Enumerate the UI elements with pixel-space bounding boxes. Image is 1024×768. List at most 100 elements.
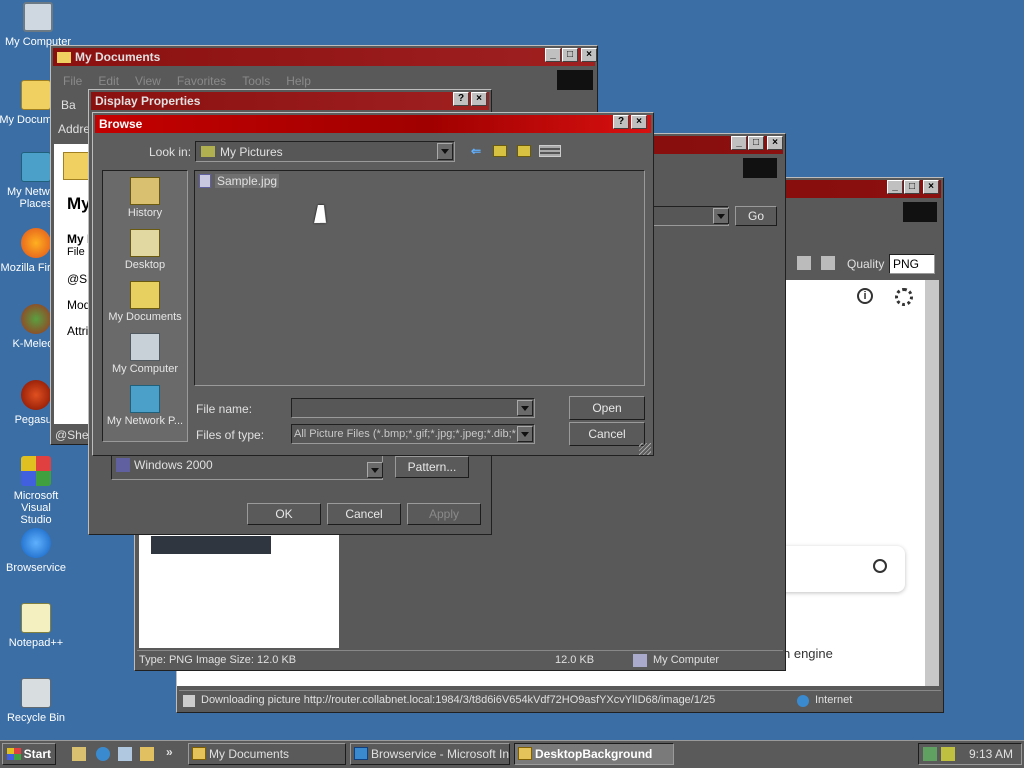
desktop-icon-browservice[interactable]: Browservice [0, 528, 74, 574]
volume-tray-icon[interactable] [941, 747, 955, 761]
network-tray-icon[interactable] [923, 747, 937, 761]
desktop-icon-notepad-plus[interactable]: Notepad++ [0, 603, 74, 649]
wallpaper-list[interactable]: Windows 2000 [111, 454, 383, 480]
menu-tools[interactable]: Tools [242, 74, 270, 88]
file-name-dropdown-button[interactable] [517, 400, 533, 416]
close-button[interactable]: × [581, 48, 597, 62]
windows-logo-icon [557, 70, 593, 90]
resize-grip[interactable] [639, 443, 651, 455]
look-in-combo[interactable]: My Pictures [195, 141, 455, 162]
help-button[interactable]: ? [453, 92, 469, 106]
up-folder-icon[interactable] [493, 145, 507, 157]
quicklaunch-more-icon[interactable]: » [166, 745, 173, 759]
search-engine-text: n engine [783, 646, 833, 661]
quicklaunch-ie-icon[interactable] [96, 747, 110, 761]
view-menu-icon[interactable] [539, 145, 561, 157]
places-history[interactable]: History [103, 177, 187, 219]
places-my-network[interactable]: My Network P... [103, 385, 187, 427]
folder-icon [130, 281, 160, 309]
minimize-button[interactable]: _ [731, 136, 747, 150]
menu-bar: File Edit View Favorites Tools Help [63, 74, 327, 88]
folder-icon [201, 146, 215, 157]
open-button[interactable]: Open [569, 396, 645, 420]
browser-status-bar: Downloading picture http://router.collab… [179, 690, 941, 710]
file-type-dropdown-button[interactable] [517, 426, 533, 442]
task-browservice[interactable]: Browservice - Microsoft Int... [350, 743, 510, 765]
address-dropdown-button[interactable] [713, 208, 729, 224]
cancel-button[interactable]: Cancel [327, 503, 401, 525]
close-button[interactable]: × [631, 115, 647, 129]
maximize-button[interactable]: □ [904, 180, 920, 194]
task-my-documents[interactable]: My Documents [188, 743, 346, 765]
quicklaunch-outlook-icon[interactable] [118, 747, 132, 761]
back-button[interactable]: Ba [61, 98, 76, 112]
visual-studio-icon [21, 456, 51, 486]
desktop-icon-visual-studio[interactable]: Microsoft Visual Studio [0, 456, 74, 526]
internet-explorer-icon [21, 528, 51, 558]
info-icon[interactable]: i [857, 288, 873, 304]
page-icon [183, 695, 195, 707]
places-desktop[interactable]: Desktop [103, 229, 187, 271]
history-icon [130, 177, 160, 205]
globe-icon [797, 695, 809, 707]
maximize-button[interactable]: □ [748, 136, 764, 150]
go-button[interactable]: Go [735, 206, 777, 226]
folder-icon [192, 747, 206, 760]
my-documents-title-bar[interactable]: My Documents [53, 48, 595, 66]
task-desktop-background[interactable]: DesktopBackground [514, 743, 674, 765]
start-button[interactable]: Start [2, 743, 56, 765]
pegasus-icon [21, 380, 51, 410]
menu-favorites[interactable]: Favorites [177, 74, 226, 88]
places-my-computer[interactable]: My Computer [103, 333, 187, 375]
file-type-select[interactable]: All Picture Files (*.bmp;*.gif;*.jpg;*.j… [291, 424, 535, 444]
computer-icon [23, 2, 53, 32]
display-properties-title-bar[interactable]: Display Properties [91, 92, 489, 110]
desktop-icon-recycle-bin[interactable]: Recycle Bin [0, 678, 74, 724]
windows-logo-icon [743, 158, 777, 178]
browse-dialog[interactable]: Browse ? × Look in: My Pictures ⇐ Histor… [92, 112, 654, 456]
ok-button[interactable]: OK [247, 503, 321, 525]
desktop-icon-my-computer[interactable]: My Computer [0, 2, 76, 48]
close-button[interactable]: × [471, 92, 487, 106]
file-name-input[interactable] [291, 398, 535, 418]
places-my-documents[interactable]: My Documents [103, 281, 187, 323]
places-bar: History Desktop My Documents My Computer… [102, 170, 188, 442]
desktop-icon [130, 229, 160, 257]
windows-logo-icon [7, 748, 21, 760]
menu-edit[interactable]: Edit [98, 74, 119, 88]
search-icon[interactable] [873, 559, 887, 573]
windows-logo-icon [903, 202, 937, 222]
cancel-button[interactable]: Cancel [569, 422, 645, 446]
folder-icon [21, 80, 51, 110]
firefox-icon [21, 228, 51, 258]
clipboard-icon[interactable] [821, 256, 835, 270]
back-arrow-icon[interactable]: ⇐ [471, 145, 485, 157]
image-file-icon [199, 174, 211, 188]
menu-view[interactable]: View [135, 74, 161, 88]
menu-file[interactable]: File [63, 74, 82, 88]
binoculars-icon[interactable] [797, 256, 811, 270]
close-button[interactable]: × [767, 136, 783, 150]
apply-button[interactable]: Apply [407, 503, 481, 525]
settings-gear-icon[interactable] [895, 288, 913, 306]
pattern-button[interactable]: Pattern... [395, 456, 469, 478]
page-scrollbar[interactable] [925, 280, 939, 686]
wallpaper-scroll-down[interactable] [367, 462, 383, 478]
maximize-button[interactable]: □ [562, 48, 578, 62]
new-folder-icon[interactable] [517, 145, 531, 157]
network-icon [21, 152, 51, 182]
quality-spinner[interactable]: PNG [889, 254, 935, 274]
look-in-dropdown-button[interactable] [437, 143, 453, 160]
menu-help[interactable]: Help [286, 74, 311, 88]
quicklaunch-explorer-icon[interactable] [140, 747, 154, 761]
folder-icon [518, 747, 532, 760]
quicklaunch-desktop-icon[interactable] [72, 747, 86, 761]
clock: 9:13 AM [969, 747, 1014, 761]
help-button[interactable]: ? [613, 115, 629, 129]
notepad-icon [21, 603, 51, 633]
file-list[interactable]: Sample.jpg [194, 170, 645, 386]
close-button[interactable]: × [923, 180, 939, 194]
minimize-button[interactable]: _ [887, 180, 903, 194]
browse-title-bar[interactable]: Browse [95, 115, 651, 133]
minimize-button[interactable]: _ [545, 48, 561, 62]
